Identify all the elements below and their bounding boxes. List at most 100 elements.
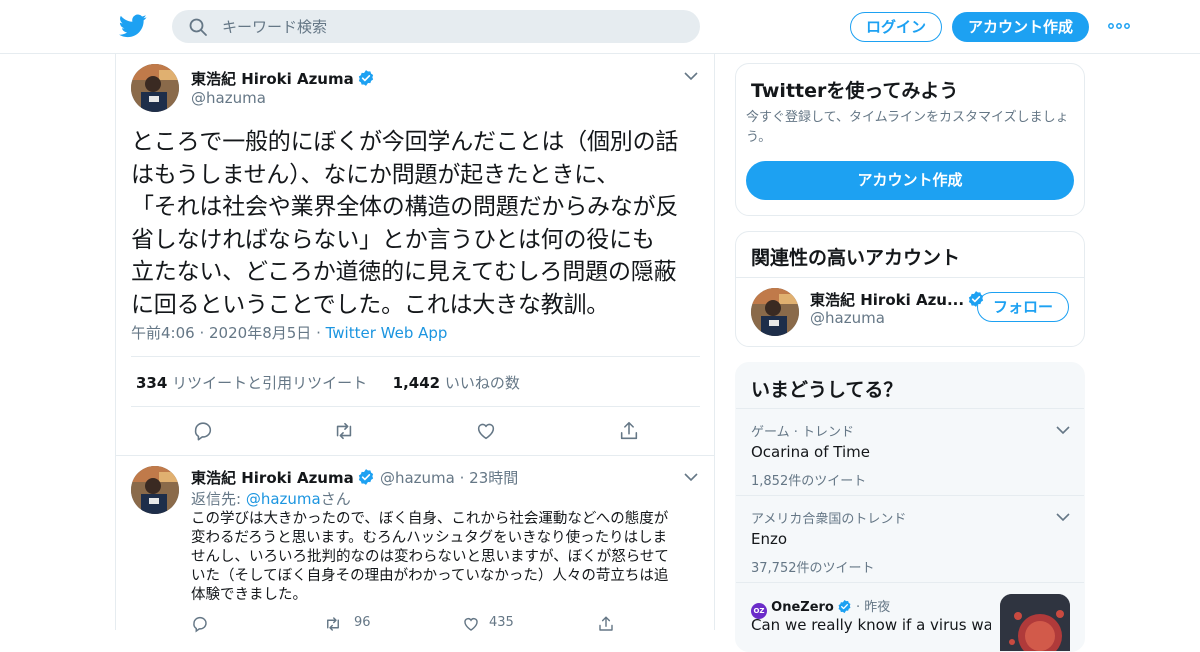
chevron-down-icon[interactable] <box>684 71 698 81</box>
signup-card-title: Twitterを使ってみよう <box>751 80 959 102</box>
search-icon <box>189 18 207 36</box>
separator-dot: · <box>454 469 470 487</box>
divider <box>116 455 714 456</box>
divider <box>131 406 700 407</box>
like-icon[interactable] <box>462 615 480 633</box>
reply-line: 変わるだろうと思います。むろんハッシュタグをいきなり使ったりはしま <box>191 530 668 546</box>
trend-item[interactable]: ゲーム · トレンド Ocarina of Time 1,852件のツイート <box>736 408 1084 495</box>
search-box[interactable] <box>172 10 700 43</box>
separator-dot: · <box>316 324 326 342</box>
trend-category: ゲーム · トレンド <box>751 425 855 440</box>
reply-like-count: 435 <box>489 615 514 630</box>
news-thumbnail[interactable] <box>1000 594 1070 651</box>
avatar[interactable] <box>131 466 179 514</box>
trend-count: 1,852件のツイート <box>751 474 867 489</box>
trend-item[interactable]: アメリカ合衆国のトレンド Enzo 37,752件のツイート <box>736 495 1084 582</box>
avatar-image <box>751 288 799 336</box>
news-age: 昨夜 <box>864 600 891 615</box>
signup-card-button[interactable]: アカウント作成 <box>746 161 1074 200</box>
reply-line: この学びは大きかったので、ぼく自身、これから社会運動などへの態度が <box>191 511 669 527</box>
reply-text: この学びは大きかったので、ぼく自身、これから社会運動などへの態度が 変わるだろう… <box>191 510 703 605</box>
chevron-down-icon[interactable] <box>1056 512 1070 522</box>
retweet-count: 334 <box>136 374 168 392</box>
search-input[interactable] <box>222 10 682 43</box>
retweet-icon[interactable] <box>324 615 342 633</box>
tweet-line: ところで一般的にぼくが今回学んだことは（個別の話 <box>131 129 679 155</box>
tweet-line: はもうしません）、なにか問題が起きたときに、 <box>131 161 620 188</box>
related-accounts-card: 関連性の高いアカウント 東浩紀 Hiroki Azu... @hazuma フォ… <box>735 231 1085 347</box>
related-display-name[interactable]: 東浩紀 Hiroki Azu... <box>810 291 964 309</box>
trend-name[interactable]: Enzo <box>751 530 787 548</box>
top-bar: ログイン アカウント作成 <box>0 0 1200 54</box>
avatar[interactable] <box>751 288 799 336</box>
trends-card: いまどうしてる？ ゲーム · トレンド Ocarina of Time 1,85… <box>735 362 1085 652</box>
tweet-time[interactable]: 午前4:06 <box>131 324 195 342</box>
verified-badge-icon <box>358 469 373 485</box>
divider <box>736 277 1084 278</box>
tweet-source-link[interactable]: Twitter Web App <box>326 324 448 342</box>
reply-line: 体験できました。 <box>191 587 307 603</box>
reply-retweet-count: 96 <box>354 615 371 630</box>
virus-image <box>1000 594 1070 651</box>
related-accounts-title: 関連性の高いアカウント <box>751 247 961 269</box>
chevron-down-icon[interactable] <box>1056 425 1070 435</box>
trends-title: いまどうしてる？ <box>751 379 903 401</box>
main-column: 東浩紀 Hiroki Azuma @hazuma ところで一般的にぼくが今回学ん… <box>115 54 715 633</box>
reply-suffix: さん <box>320 490 351 508</box>
retweet-stat-label: リツイートと引用リツイート <box>172 374 368 392</box>
twitter-logo-icon[interactable] <box>119 12 147 40</box>
tweet-line: 「それは社会や業界全体の構造の問題だからみなが反 <box>131 194 679 220</box>
reply-line: せんし、いろいろ批判的なのは変わらないと思いますが、ぼくが怒らせて <box>191 549 669 565</box>
like-icon[interactable] <box>475 420 497 442</box>
tweet-date[interactable]: 2020年8月5日 <box>209 324 311 342</box>
like-count: 1,442 <box>392 374 441 392</box>
avatar-image <box>131 64 179 112</box>
share-icon[interactable] <box>618 420 640 442</box>
avatar[interactable] <box>131 64 179 112</box>
login-button[interactable]: ログイン <box>850 12 942 42</box>
author-display-name[interactable]: 東浩紀 Hiroki Azuma <box>191 70 354 88</box>
follow-button[interactable]: フォロー <box>977 292 1069 322</box>
tweet-line: に回るということでした。これは大きな教訓。 <box>131 291 610 318</box>
reply-line: いた（そしてぼく自身その理由がわかっていなかった）人々の苛立ちは追 <box>191 568 669 584</box>
trend-name[interactable]: Ocarina of Time <box>751 443 870 461</box>
chevron-down-icon[interactable] <box>684 472 698 482</box>
tweet-line: 省しなければならない」とか言うひとは何の役にも <box>131 226 655 253</box>
signup-button[interactable]: アカウント作成 <box>952 12 1089 42</box>
author-name[interactable]: 東浩紀 Hiroki Azuma <box>191 68 375 89</box>
avatar-image <box>131 466 179 514</box>
tweet-stats: 334 リツイートと引用リツイート 1,442 いいねの数 <box>136 372 520 393</box>
more-icon[interactable] <box>1108 22 1130 30</box>
retweet-stat[interactable]: 334 リツイートと引用リツイート <box>136 374 367 392</box>
tweet-line: 立たない、どころか道徳的に見えてむしろ問題の隠蔽 <box>131 259 677 285</box>
reply-icon[interactable] <box>191 615 209 633</box>
like-stat[interactable]: 1,442 いいねの数 <box>393 374 520 392</box>
divider <box>131 356 700 357</box>
signup-card: Twitterを使ってみよう 今すぐ登録して、タイムラインをカスタマイズしましょ… <box>735 63 1085 216</box>
reply-display-name[interactable]: 東浩紀 Hiroki Azuma <box>191 469 354 487</box>
separator-dot: · <box>199 324 210 342</box>
author-handle[interactable]: @hazuma <box>191 89 266 107</box>
reply-icon[interactable] <box>192 420 214 442</box>
retweet-icon[interactable] <box>333 420 355 442</box>
reply-handle[interactable]: @hazuma <box>380 469 455 487</box>
related-account-name[interactable]: 東浩紀 Hiroki Azu... <box>810 289 985 310</box>
reply-author[interactable]: 東浩紀 Hiroki Azuma @hazuma · 23時間 <box>191 467 518 488</box>
reply-context: 返信先: @hazumaさん <box>191 488 351 509</box>
news-source-name[interactable]: OneZero <box>771 600 834 615</box>
reply-age[interactable]: 23時間 <box>469 469 518 487</box>
verified-badge-icon <box>838 599 851 614</box>
reply-to-link[interactable]: @hazuma <box>246 490 321 508</box>
share-icon[interactable] <box>597 615 615 633</box>
trend-category: アメリカ合衆国のトレンド <box>751 512 907 527</box>
news-headline[interactable]: Can we really know if a virus was <box>751 616 991 634</box>
news-item[interactable]: OZ OneZero · 昨夜 Can we really know if a … <box>736 582 1084 651</box>
like-stat-label: いいねの数 <box>444 374 520 392</box>
tweet-meta: 午前4:06 · 2020年8月5日 · Twitter Web App <box>131 322 447 343</box>
reply-prefix: 返信先: <box>191 490 246 508</box>
tweet-text: ところで一般的にぼくが今回学んだことは（個別の話 はもうしません）、なにか問題が… <box>131 126 706 321</box>
verified-badge-icon <box>358 70 373 86</box>
signup-card-subtitle: 今すぐ登録して、タイムラインをカスタマイズしましょう。 <box>746 110 1069 145</box>
related-account-handle[interactable]: @hazuma <box>810 309 885 327</box>
trend-count: 37,752件のツイート <box>751 561 875 576</box>
